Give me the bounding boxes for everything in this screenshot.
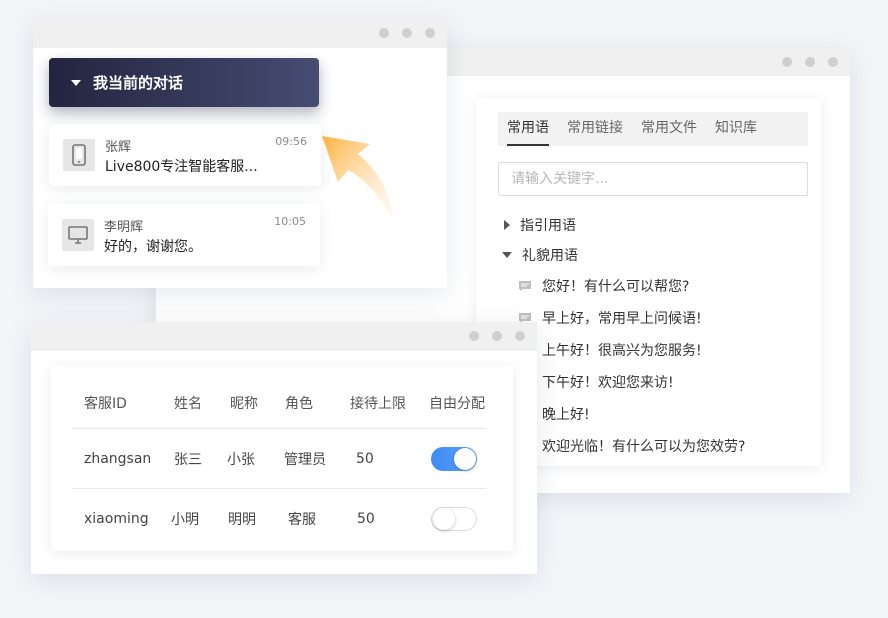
free-assign-cell	[431, 489, 477, 549]
tab-common-links[interactable]: 常用链接	[567, 112, 623, 146]
agent-role: 管理员	[284, 452, 326, 468]
contact-name: 李明辉	[104, 220, 144, 235]
phrase-text: 您好！有什么可以帮您?	[542, 279, 690, 295]
phrase-tree: 指引用语 礼貌用语 您好！有什么可以帮您? 早上好，常用早上问候语! 上午好！很…	[502, 210, 745, 462]
free-assign-cell	[431, 429, 477, 489]
column-header: 姓名	[174, 396, 202, 412]
free-assign-toggle[interactable]	[431, 507, 477, 531]
free-assign-toggle[interactable]	[431, 447, 477, 471]
chat-bubble-icon	[519, 281, 531, 291]
phrase-text: 晚上好!	[542, 407, 590, 423]
message-time: 10:05	[274, 215, 306, 228]
tab-common-phrases[interactable]: 常用语	[507, 112, 549, 146]
phrases-tabs: 常用语 常用链接 常用文件 知识库	[498, 112, 808, 146]
table-header: 客服ID 姓名 昵称 角色 接待上限 自由分配	[72, 383, 486, 423]
window-dot[interactable]	[828, 57, 838, 67]
caret-down-icon	[502, 252, 512, 258]
window-dot[interactable]	[379, 28, 389, 38]
conversation-header-title: 我当前的对话	[93, 74, 184, 92]
agents-table: 客服ID 姓名 昵称 角色 接待上限 自由分配 zhangsan 张三 小张 管…	[51, 366, 513, 551]
agent-id: xiaoming	[84, 511, 149, 527]
column-header: 昵称	[230, 396, 258, 412]
window-titlebar	[33, 18, 447, 48]
last-message: 好的，谢谢您。	[104, 239, 202, 255]
phrase-item[interactable]: 晚上好!	[502, 398, 745, 430]
toggle-knob	[454, 448, 476, 470]
agents-window: 客服ID 姓名 昵称 角色 接待上限 自由分配 zhangsan 张三 小张 管…	[31, 322, 537, 574]
search-input[interactable]: 请输入关键字...	[498, 162, 808, 196]
phrase-item[interactable]: 上午好！很高兴为您服务!	[502, 334, 745, 366]
phrase-item[interactable]: 下午好！欢迎您来访!	[502, 366, 745, 398]
agent-name: 张三	[174, 452, 202, 468]
window-dot[interactable]	[805, 57, 815, 67]
tree-group-guide[interactable]: 指引用语	[502, 210, 745, 240]
mobile-phone-icon	[63, 139, 95, 171]
column-header: 接待上限	[350, 396, 406, 412]
caret-right-icon	[504, 220, 510, 230]
agent-name: 小明	[171, 512, 199, 528]
phrase-text: 下午好！欢迎您来访!	[542, 375, 674, 391]
tree-group-label: 指引用语	[520, 218, 576, 234]
last-message: Live800专注智能客服...	[105, 159, 258, 175]
conversation-item[interactable]: 张辉 Live800专注智能客服... 09:56	[49, 124, 321, 186]
contact-name: 张辉	[105, 140, 132, 155]
agent-id: zhangsan	[84, 451, 152, 467]
curved-arrow-icon	[322, 136, 394, 222]
agent-role: 客服	[288, 512, 316, 528]
toggle-knob	[433, 508, 455, 530]
window-dot[interactable]	[425, 28, 435, 38]
phrase-item[interactable]: 您好！有什么可以帮您?	[502, 270, 745, 302]
agent-nickname: 明明	[228, 512, 256, 528]
column-header: 角色	[285, 396, 313, 412]
agent-nickname: 小张	[227, 452, 255, 468]
agent-limit: 50	[356, 451, 374, 467]
phrase-item[interactable]: 早上好，常用早上问候语!	[502, 302, 745, 334]
tree-group-polite[interactable]: 礼貌用语	[502, 240, 745, 270]
column-header: 客服ID	[84, 396, 127, 412]
window-titlebar	[31, 322, 537, 351]
window-dot[interactable]	[402, 28, 412, 38]
window-dot[interactable]	[782, 57, 792, 67]
caret-down-icon	[71, 79, 81, 86]
phrase-text: 欢迎光临！有什么可以为您效劳?	[542, 439, 746, 455]
phrase-text: 上午好！很高兴为您服务!	[542, 343, 702, 359]
phrase-item[interactable]: 欢迎光临！有什么可以为您效劳?	[502, 430, 745, 462]
table-row: xiaoming 小明 明明 客服 50	[72, 488, 486, 549]
window-dot[interactable]	[469, 331, 479, 341]
message-time: 09:56	[275, 135, 307, 148]
conversation-item[interactable]: 李明辉 好的，谢谢您。 10:05	[48, 204, 320, 266]
tab-common-files[interactable]: 常用文件	[641, 112, 697, 146]
phrase-text: 早上好，常用早上问候语!	[542, 311, 702, 327]
column-header: 自由分配	[429, 396, 485, 412]
table-row: zhangsan 张三 小张 管理员 50	[72, 428, 486, 489]
conversation-header[interactable]: 我当前的对话	[49, 58, 319, 107]
window-dot[interactable]	[492, 331, 502, 341]
desktop-computer-icon	[62, 219, 94, 251]
agent-limit: 50	[357, 511, 375, 527]
tab-knowledge-base[interactable]: 知识库	[715, 112, 757, 146]
window-dot[interactable]	[515, 331, 525, 341]
tree-group-label: 礼貌用语	[522, 248, 578, 264]
